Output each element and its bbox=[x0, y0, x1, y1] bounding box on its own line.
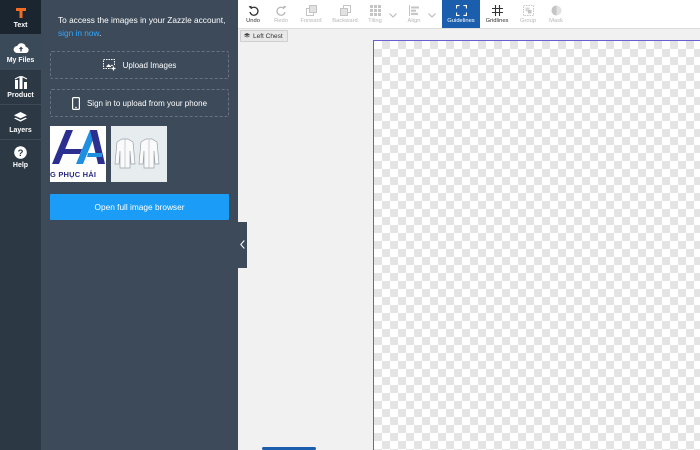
rail-item-layers[interactable]: Layers bbox=[0, 105, 41, 139]
mask-button[interactable]: Mask bbox=[543, 0, 569, 28]
rail-item-label: Product bbox=[7, 91, 34, 99]
svg-text:?: ? bbox=[18, 148, 24, 159]
rail-item-label: My Files bbox=[6, 56, 35, 64]
image-thumbnail[interactable]: G PHỤC HẢI bbox=[50, 126, 106, 182]
phone-icon bbox=[71, 96, 80, 110]
group-label: Group bbox=[519, 17, 537, 24]
rail-item-product[interactable]: Product bbox=[0, 70, 41, 104]
align-dropdown[interactable] bbox=[427, 9, 437, 19]
bring-forward-icon bbox=[305, 4, 317, 16]
tiling-dropdown[interactable] bbox=[388, 9, 398, 19]
guidelines-toggle[interactable]: Guidelines bbox=[442, 0, 480, 28]
align-button[interactable]: Align bbox=[401, 0, 427, 28]
print-zone-label: Left Chest bbox=[253, 32, 283, 40]
forward-button[interactable]: Forward bbox=[296, 0, 326, 28]
undo-label: Undo bbox=[246, 17, 260, 24]
layers-icon bbox=[14, 111, 27, 125]
gridlines-toggle[interactable]: Gridlines bbox=[482, 0, 512, 28]
align-label: Align bbox=[407, 17, 421, 24]
signin-prompt: To access the images in your Zazzle acco… bbox=[58, 14, 233, 40]
group-button[interactable]: Group bbox=[515, 0, 541, 28]
my-files-panel: To access the images in your Zazzle acco… bbox=[41, 0, 238, 450]
layers-icon bbox=[244, 33, 250, 39]
guidelines-label: Guidelines bbox=[447, 17, 475, 24]
upload-from-phone-button[interactable]: Sign in to upload from your phone bbox=[50, 89, 229, 117]
design-toolbar: Undo Redo Forward Backward Tiling Align bbox=[238, 0, 700, 29]
signin-suffix: . bbox=[99, 28, 102, 38]
align-icon bbox=[408, 4, 420, 16]
rail-item-label: Layers bbox=[9, 126, 32, 134]
gridlines-label: Gridlines bbox=[485, 17, 509, 24]
chevron-left-icon bbox=[240, 236, 245, 254]
rail-item-help[interactable]: ? Help bbox=[0, 140, 41, 174]
cloud-upload-icon bbox=[13, 41, 29, 55]
design-canvas[interactable] bbox=[373, 40, 700, 450]
rail-item-label: Help bbox=[12, 161, 29, 169]
product-icon bbox=[14, 76, 28, 90]
signin-prompt-text: To access the images in your Zazzle acco… bbox=[58, 15, 226, 25]
left-tool-rail: Text My Files Product Layers ? Help bbox=[0, 0, 41, 450]
collapse-panel-button[interactable] bbox=[238, 222, 247, 268]
logo-caption: G PHỤC HẢI bbox=[50, 170, 97, 179]
tiling-icon bbox=[369, 4, 381, 16]
mask-label: Mask bbox=[549, 17, 563, 24]
chevron-down-icon bbox=[389, 5, 397, 23]
tiling-label: Tiling bbox=[368, 17, 382, 24]
rail-item-text[interactable]: Text bbox=[0, 0, 41, 34]
tiling-button[interactable]: Tiling bbox=[363, 0, 387, 28]
backward-button[interactable]: Backward bbox=[329, 0, 361, 28]
redo-button[interactable]: Redo bbox=[268, 0, 294, 28]
upload-images-button[interactable]: Upload Images bbox=[50, 51, 229, 79]
undo-icon bbox=[248, 5, 259, 16]
jacket-sketch-image bbox=[111, 126, 167, 182]
mask-icon bbox=[551, 5, 562, 16]
upload-image-icon bbox=[102, 59, 116, 71]
gridlines-icon bbox=[491, 4, 503, 16]
help-icon: ? bbox=[14, 146, 27, 160]
guidelines-icon bbox=[455, 4, 467, 16]
upload-from-phone-label: Sign in to upload from your phone bbox=[86, 98, 208, 108]
logo-thumbnail-image bbox=[50, 126, 106, 168]
rail-item-my-files[interactable]: My Files bbox=[0, 35, 41, 69]
chevron-down-icon bbox=[428, 5, 436, 23]
print-zone-selector[interactable]: Left Chest bbox=[240, 30, 288, 42]
backward-label: Backward bbox=[332, 17, 358, 24]
image-thumbnail[interactable] bbox=[111, 126, 167, 182]
rail-item-label: Text bbox=[13, 21, 28, 29]
redo-label: Redo bbox=[274, 17, 288, 24]
open-image-browser-button[interactable]: Open full image browser bbox=[50, 194, 229, 220]
forward-label: Forward bbox=[300, 17, 322, 24]
send-backward-icon bbox=[339, 4, 351, 16]
upload-images-label: Upload Images bbox=[122, 60, 177, 70]
group-icon bbox=[522, 4, 534, 16]
redo-icon bbox=[275, 5, 287, 16]
undo-button[interactable]: Undo bbox=[240, 0, 266, 28]
signin-link[interactable]: sign in now bbox=[58, 28, 99, 38]
text-t-icon bbox=[15, 6, 27, 20]
